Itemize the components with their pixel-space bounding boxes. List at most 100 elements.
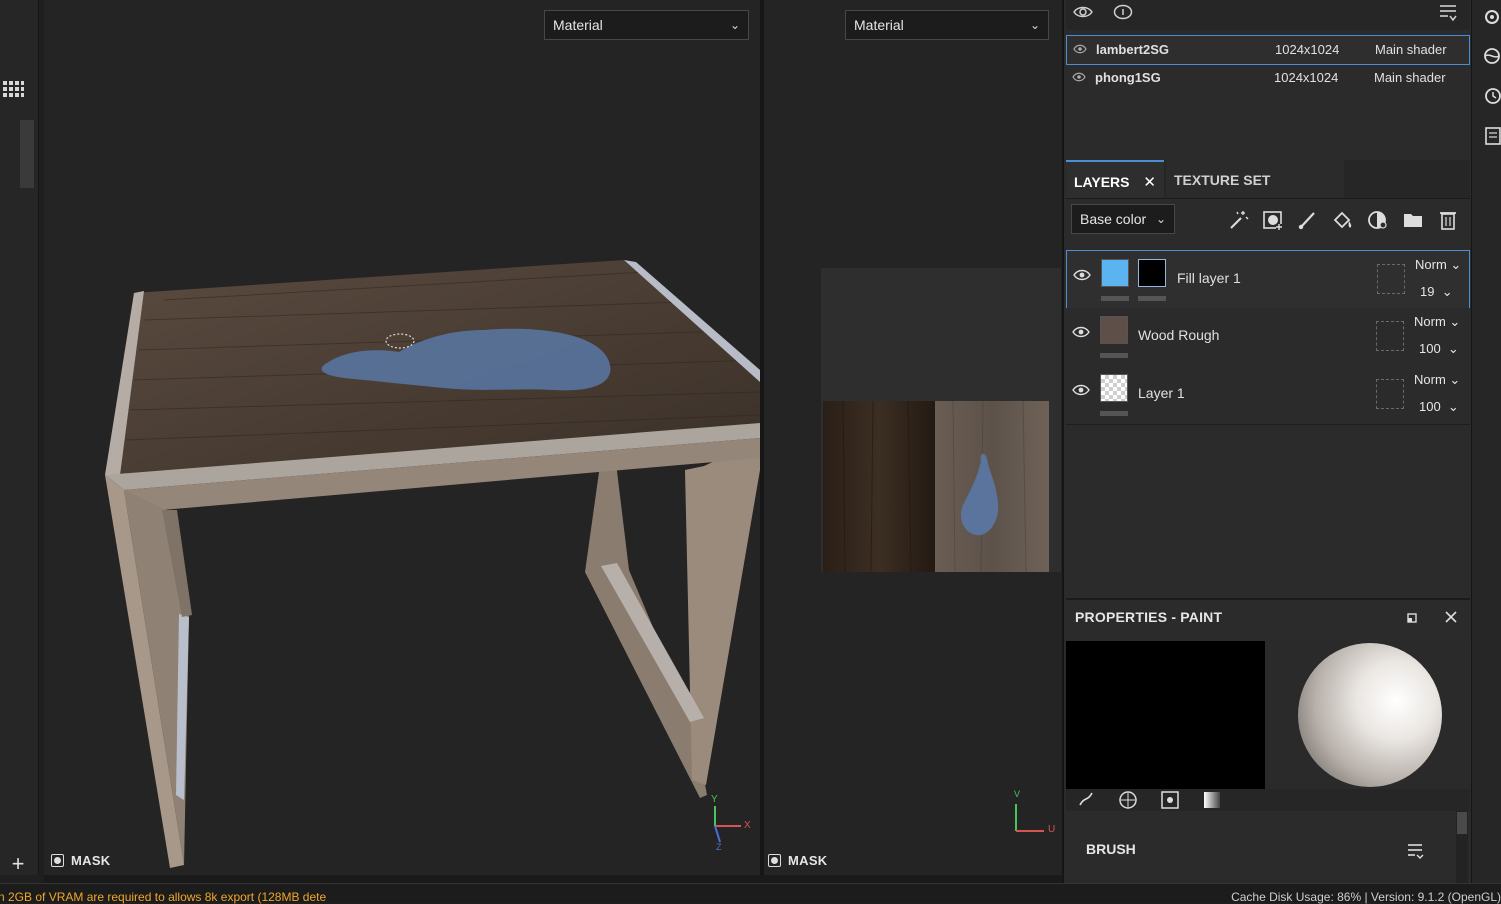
opacity-dropdown[interactable]: 100 ⌄ (1419, 341, 1459, 357)
layer-effect-slot[interactable] (1376, 321, 1404, 351)
blend-mode-dropdown[interactable]: Norm ⌄ (1414, 314, 1460, 330)
layers-toolbar: Base color ⌄ (1066, 199, 1470, 245)
viewport-2d[interactable]: V U Material ⌄ MASK (764, 0, 1062, 875)
texture-set-resolution: 1024x1024 (1275, 42, 1340, 57)
history-icon[interactable] (1482, 85, 1501, 107)
layer-row[interactable]: Fill layer 1 Norm ⌄ 19 ⌄ (1066, 250, 1470, 310)
tab-layers[interactable]: LAYERS ✕ (1066, 160, 1164, 198)
brush-icon[interactable] (1297, 209, 1319, 231)
mask-toggle-3d[interactable]: MASK (51, 853, 110, 868)
material-ball-icon[interactable] (1118, 790, 1138, 810)
close-icon[interactable]: ✕ (1143, 174, 1156, 191)
properties-title: PROPERTIES - PAINT (1075, 609, 1223, 625)
axis-x-label: X (744, 820, 751, 831)
layer-name[interactable]: Fill layer 1 (1177, 270, 1241, 286)
chevron-down-icon: ⌄ (1029, 18, 1040, 32)
mask-toggle-2d[interactable]: MASK (768, 853, 827, 868)
blend-mode-dropdown[interactable]: Norm ⌄ (1414, 372, 1460, 388)
layer-name[interactable]: Wood Rough (1138, 327, 1219, 343)
texture-set-list-header (1066, 0, 1470, 30)
menu-lines-icon[interactable] (1406, 841, 1426, 861)
horizontal-scrollbar[interactable] (44, 875, 1062, 883)
shelf-scrollbar[interactable] (20, 120, 34, 188)
eye-icon[interactable] (1072, 326, 1090, 338)
menu-lines-icon[interactable] (1438, 3, 1460, 23)
axis-v-label: V (1014, 789, 1021, 799)
settings-icon[interactable] (1482, 6, 1501, 28)
uv-texture-preview (823, 401, 1049, 572)
layer-effect-slot[interactable] (1376, 379, 1404, 409)
layer-color-thumbnail[interactable] (1101, 259, 1129, 287)
grid-apps-icon[interactable] (2, 78, 24, 100)
layer-thumb-bar (1101, 296, 1129, 301)
layer-effect-slot[interactable] (1377, 264, 1405, 294)
eye-icon[interactable] (1073, 269, 1091, 281)
texture-set-row[interactable]: phong1SG 1024x1024 Main shader (1066, 64, 1468, 92)
material-dropdown-3d-value: Material (553, 17, 603, 33)
brush-alpha-preview (1066, 641, 1265, 789)
add-mask-icon[interactable] (1262, 209, 1284, 231)
fill-icon[interactable] (1332, 209, 1354, 231)
opacity-value: 100 (1419, 399, 1441, 414)
axis-y-label: Y (711, 794, 718, 805)
opacity-dropdown[interactable]: 19 ⌄ (1420, 284, 1453, 300)
mask-label: MASK (788, 853, 828, 868)
brush-title: BRUSH (1086, 841, 1136, 857)
material-dropdown-3d[interactable]: Material ⌄ (544, 10, 749, 40)
layer-row[interactable]: Wood Rough Norm ⌄ 100 ⌄ (1066, 308, 1470, 367)
layer-mask-thumbnail[interactable] (1138, 259, 1166, 287)
mask-icon (768, 854, 781, 867)
layer-row[interactable]: Layer 1 Norm ⌄ 100 ⌄ (1066, 366, 1470, 425)
layer-thumb-bar (1100, 353, 1128, 358)
layer-thumb-bar (1138, 296, 1166, 301)
layer-thumb-bar (1100, 411, 1128, 416)
eye-icon[interactable] (1072, 72, 1086, 82)
eye-settings-icon[interactable] (1072, 3, 1094, 21)
add-icon[interactable]: + (6, 852, 30, 876)
close-icon[interactable] (1444, 610, 1458, 624)
properties-scroll-thumb[interactable] (1457, 812, 1467, 834)
material-dropdown-2d-value: Material (854, 17, 904, 33)
maximize-icon[interactable] (1406, 612, 1418, 624)
channel-dropdown-value: Base color (1080, 211, 1147, 227)
layer-thumbnail[interactable] (1100, 316, 1128, 344)
eye-icon[interactable] (1073, 44, 1087, 54)
log-icon[interactable] (1482, 125, 1501, 147)
axis-gizmo-3d (714, 806, 741, 843)
brush-stroke-icon[interactable] (1076, 791, 1096, 809)
texture-set-row[interactable]: lambert2SG 1024x1024 Main shader (1066, 35, 1470, 65)
environment-icon[interactable] (1482, 45, 1501, 67)
blend-mode-value: Norm (1415, 257, 1447, 272)
alpha-icon[interactable] (1160, 790, 1180, 810)
opacity-dropdown[interactable]: 100 ⌄ (1419, 399, 1459, 415)
table-3d-render (105, 260, 760, 868)
delete-icon[interactable] (1437, 209, 1459, 231)
layer-name[interactable]: Layer 1 (1138, 385, 1185, 401)
texture-set-shader: Main shader (1374, 70, 1446, 85)
stencil-icon[interactable] (1202, 790, 1222, 810)
opacity-value: 19 (1420, 284, 1435, 299)
texture-set-resolution: 1024x1024 (1274, 70, 1339, 85)
magic-wand-icon[interactable] (1227, 209, 1249, 231)
brush-section: BRUSH (1066, 811, 1470, 883)
viewport-3d[interactable]: X Y Z Material ⌄ MASK (44, 0, 760, 875)
texture-set-name: lambert2SG (1096, 42, 1169, 57)
status-bar: n 2GB of VRAM are required to allows 8k … (0, 883, 1501, 904)
eye-icon[interactable] (1072, 384, 1090, 396)
tab-texture-set-settings[interactable]: TEXTURE SET SETTINGS (1166, 160, 1344, 228)
smart-material-icon[interactable] (1367, 209, 1389, 231)
material-dropdown-2d[interactable]: Material ⌄ (845, 10, 1049, 40)
chevron-down-icon: ⌄ (729, 18, 740, 32)
mask-icon (51, 854, 64, 867)
opacity-value: 100 (1419, 341, 1441, 356)
layer-thumbnail[interactable] (1100, 374, 1128, 402)
tab-layers-label: LAYERS (1074, 174, 1130, 190)
folder-icon[interactable] (1402, 209, 1424, 231)
mask-label: MASK (71, 853, 111, 868)
axis-z-label: Z (716, 842, 722, 852)
blend-mode-dropdown[interactable]: Norm ⌄ (1415, 257, 1461, 273)
info-icon[interactable] (1113, 3, 1133, 21)
channel-dropdown[interactable]: Base color ⌄ (1071, 204, 1175, 234)
status-warning: n 2GB of VRAM are required to allows 8k … (0, 890, 327, 904)
properties-tabbar (1066, 789, 1470, 811)
